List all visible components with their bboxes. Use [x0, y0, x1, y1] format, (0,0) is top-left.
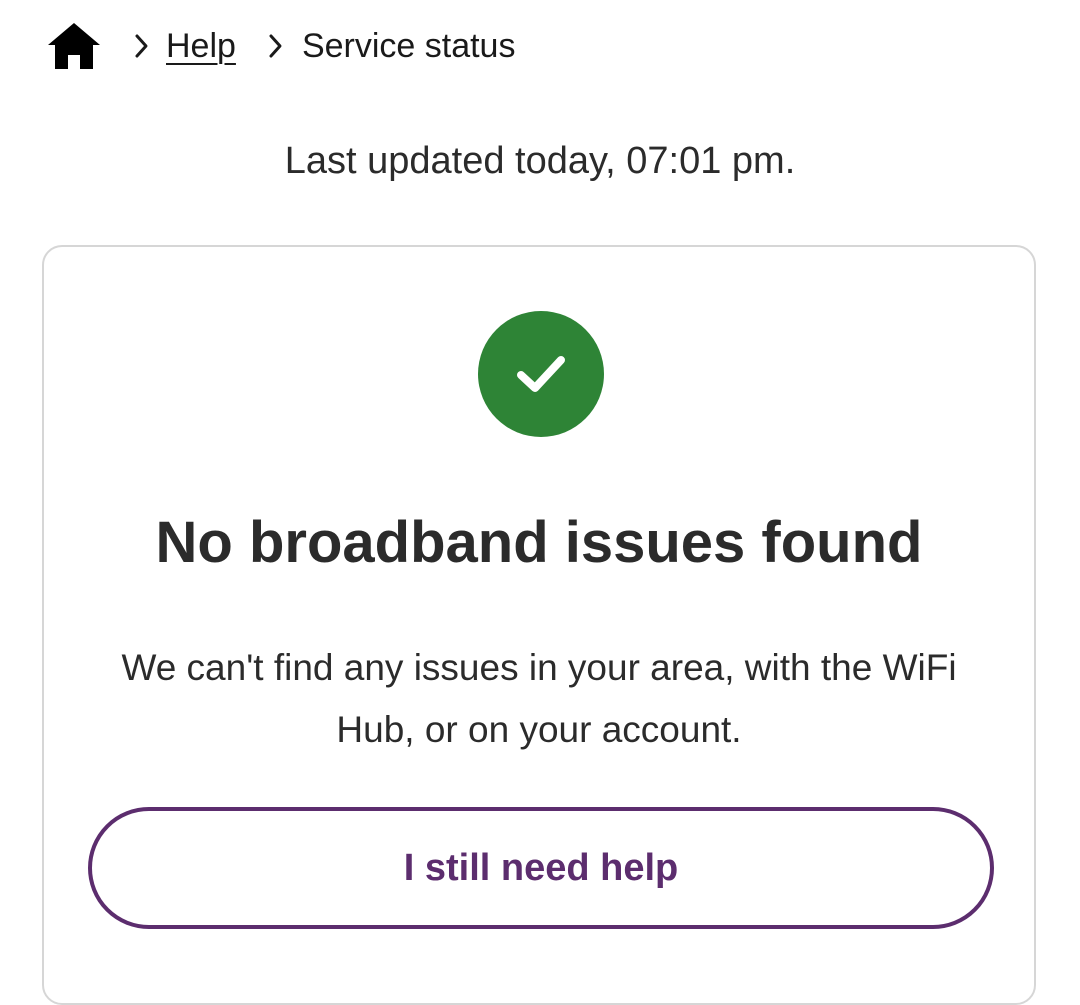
last-updated-text: Last updated today, 07:01 pm. — [284, 140, 796, 182]
status-title: No broadband issues found — [155, 510, 923, 575]
status-description: We can't find any issues in your area, w… — [121, 647, 957, 750]
still-need-help-button[interactable]: I still need help — [88, 807, 994, 929]
breadcrumb: Help Service status — [46, 18, 515, 74]
chevron-right-icon — [256, 18, 296, 74]
breadcrumb-current-page: Service status — [301, 26, 516, 65]
chevron-right-icon — [122, 18, 162, 74]
breadcrumb-help-link[interactable]: Help — [166, 27, 236, 66]
status-card: No broadband issues found We can't find … — [42, 245, 1036, 1005]
check-circle-icon — [478, 311, 604, 437]
home-icon[interactable] — [46, 18, 102, 74]
